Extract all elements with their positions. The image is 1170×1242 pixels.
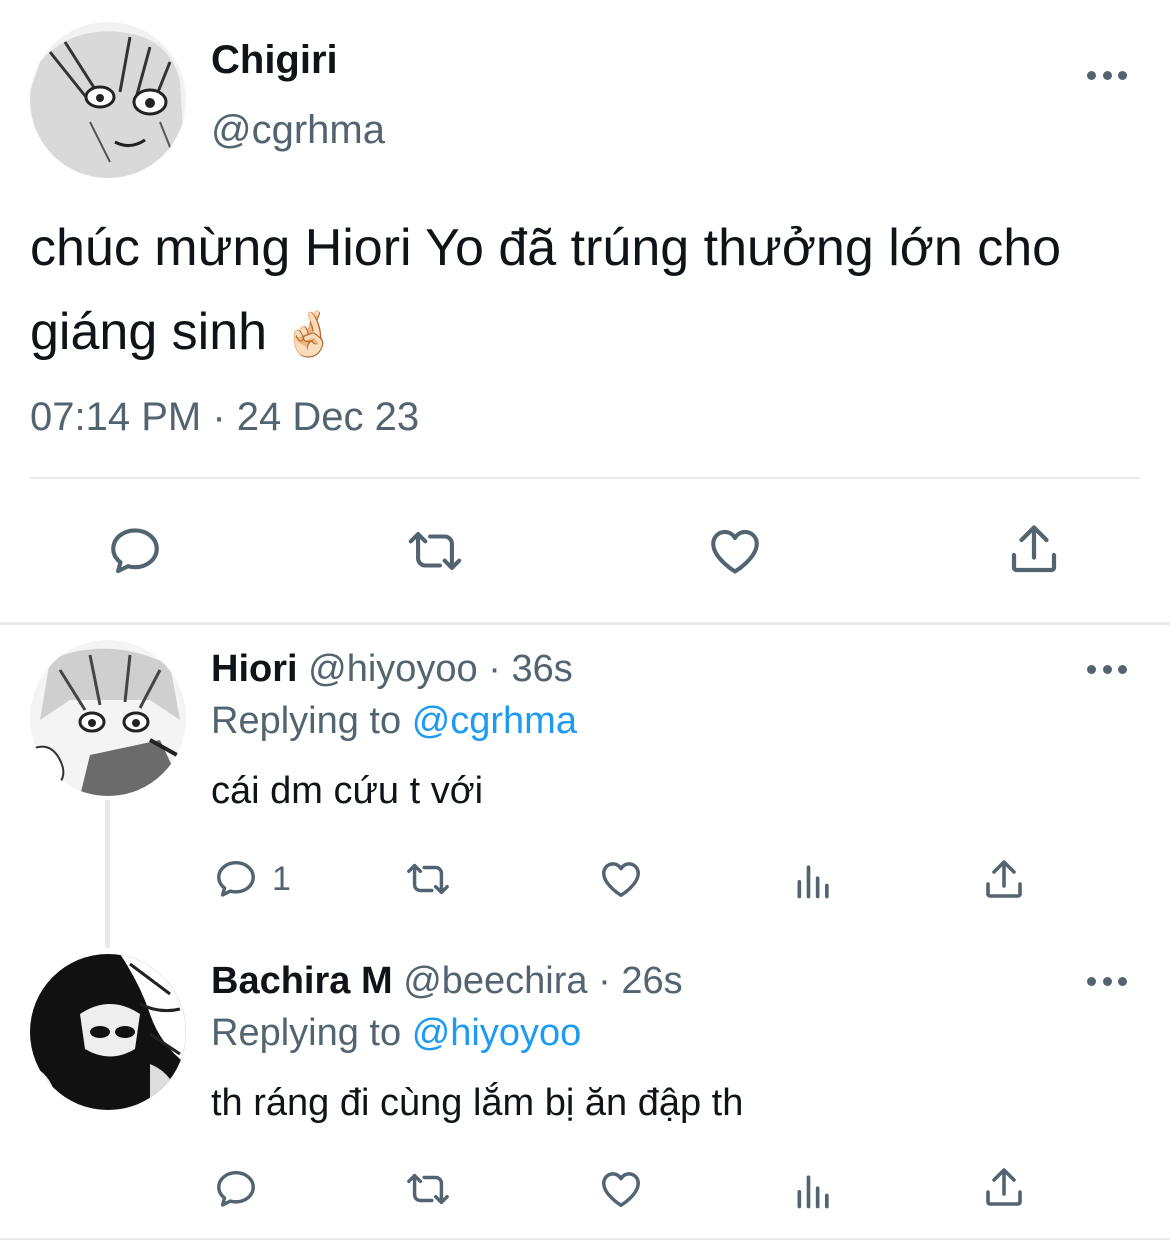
- bottom-divider: [0, 1238, 1170, 1240]
- reply2-views-icon[interactable]: [792, 1168, 836, 1212]
- reply2-like-icon[interactable]: [596, 1166, 646, 1212]
- reply-icon[interactable]: [104, 522, 166, 580]
- main-timestamp[interactable]: 07:14 PM · 24 Dec 23: [30, 395, 419, 440]
- avatar-chigiri[interactable]: [30, 22, 186, 178]
- share-icon[interactable]: [1004, 520, 1064, 580]
- reply2-reply-icon[interactable]: [212, 1166, 260, 1212]
- thread-line: [105, 800, 110, 948]
- main-display-name[interactable]: Chigiri: [211, 38, 338, 83]
- main-tweet-text-line1: chúc mừng Hiori Yo đã trúng thưởng lớn c…: [30, 219, 1062, 277]
- main-tweet-text-line2-words: giáng sinh: [30, 303, 268, 361]
- main-more-icon[interactable]: [1087, 68, 1127, 82]
- main-tweet-text-line2: giáng sinh 🤞🏻: [30, 290, 1160, 377]
- retweet-icon[interactable]: [400, 522, 470, 580]
- reply1-reply-count: 1: [272, 859, 291, 898]
- reply1-replying-label: Replying to: [211, 700, 402, 742]
- reply2-retweet-icon[interactable]: [400, 1166, 456, 1212]
- reply1-like-icon[interactable]: [596, 856, 646, 902]
- main-tweet-text: chúc mừng Hiori Yo đã trúng thưởng lớn c…: [30, 206, 1160, 377]
- main-divider: [30, 477, 1140, 479]
- reply1-share-icon[interactable]: [980, 856, 1028, 904]
- reply-icon: [217, 860, 255, 897]
- section-divider: [0, 622, 1170, 625]
- reply2-replying-handle[interactable]: @hiyoyoo: [412, 1012, 582, 1054]
- reply2-separator: ·: [598, 960, 611, 1002]
- reply1-replying-handle[interactable]: @cgrhma: [412, 700, 577, 742]
- avatar-image: [30, 954, 186, 1110]
- reply2-time[interactable]: 26s: [621, 960, 682, 1002]
- avatar-hiori[interactable]: [30, 640, 186, 796]
- reply2-more-icon[interactable]: [1087, 974, 1127, 988]
- avatar-bachira[interactable]: [30, 954, 186, 1110]
- reply1-time[interactable]: 36s: [511, 648, 572, 690]
- reply1-replying-to: Replying to @cgrhma: [211, 700, 577, 743]
- reply2-text: th ráng đi cùng lắm bị ăn đập th: [211, 1082, 744, 1124]
- reply1-text: cái dm cứu t với: [211, 770, 484, 812]
- reply1-separator: ·: [488, 648, 501, 690]
- reply2-header: Bachira M @beechira · 26s: [211, 960, 683, 1003]
- reply2-share-icon[interactable]: [980, 1164, 1028, 1212]
- reply1-display-name[interactable]: Hiori: [211, 648, 298, 690]
- reply2-handle[interactable]: @beechira: [403, 960, 587, 1002]
- reply2-replying-label: Replying to: [211, 1012, 402, 1054]
- main-handle[interactable]: @cgrhma: [211, 108, 385, 153]
- like-icon[interactable]: [704, 522, 766, 580]
- reply1-views-icon[interactable]: [792, 858, 836, 902]
- reply1-reply-button[interactable]: 1: [212, 856, 291, 902]
- reply1-more-icon[interactable]: [1087, 662, 1127, 676]
- reply2-display-name[interactable]: Bachira M: [211, 960, 393, 1002]
- reply2-replying-to: Replying to @hiyoyoo: [211, 1012, 581, 1055]
- crossed-fingers-emoji: 🤞🏻: [281, 310, 337, 359]
- reply1-header: Hiori @hiyoyoo · 36s: [211, 648, 573, 691]
- reply1-retweet-icon[interactable]: [400, 856, 456, 902]
- reply1-handle[interactable]: @hiyoyoo: [308, 648, 478, 690]
- avatar-image: [30, 640, 186, 796]
- avatar-image: [30, 22, 186, 178]
